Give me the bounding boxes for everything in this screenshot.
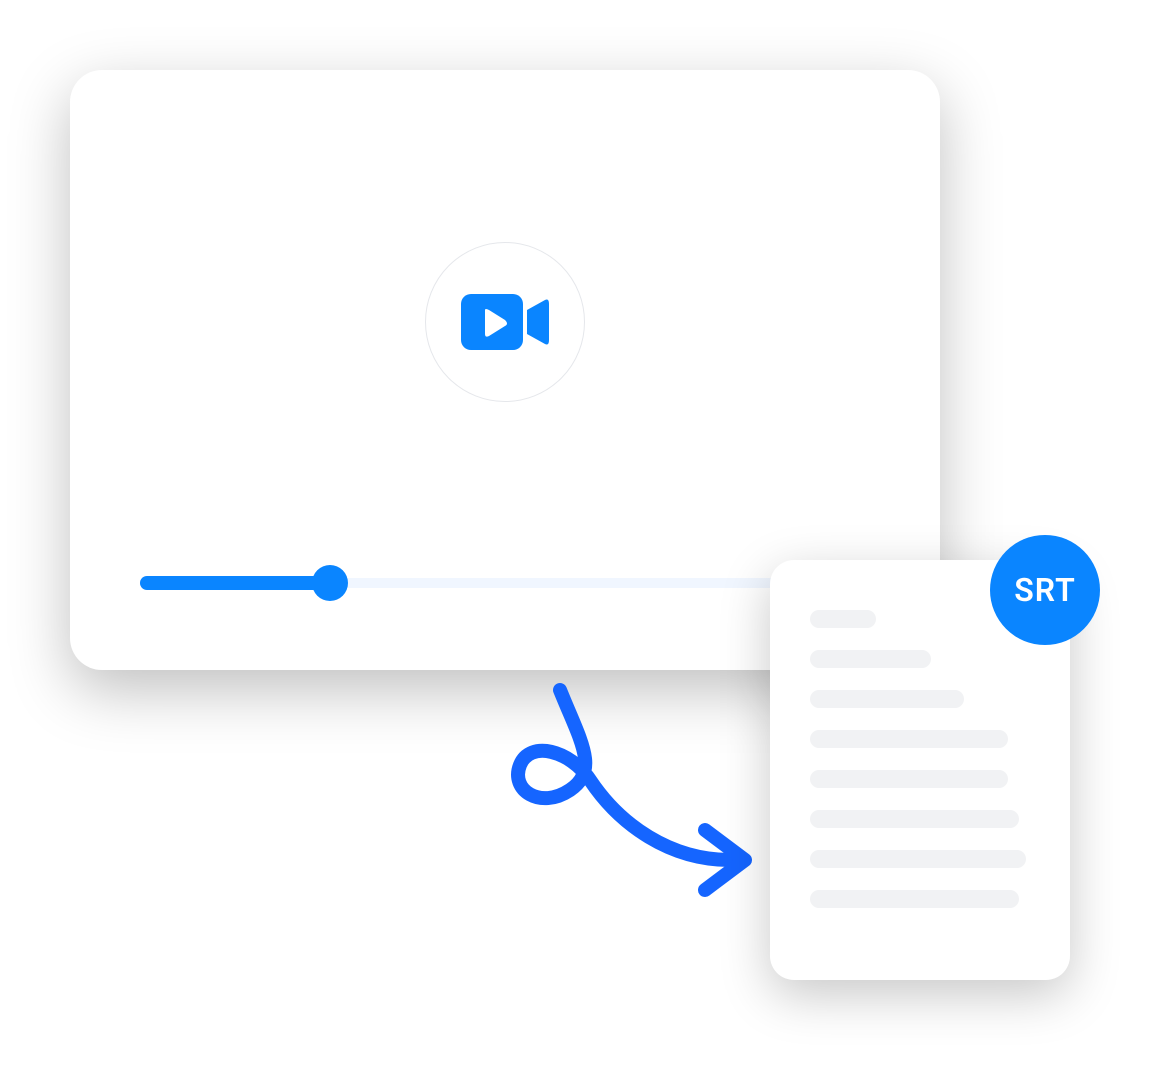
srt-format-badge: SRT	[990, 535, 1100, 645]
video-camera-icon	[461, 290, 549, 354]
subtitle-document-card: SRT	[770, 560, 1070, 980]
play-button[interactable]	[425, 242, 585, 402]
video-progress-slider[interactable]	[140, 576, 870, 590]
srt-badge-label: SRT	[1014, 571, 1076, 609]
doc-text-line	[810, 810, 1019, 828]
progress-fill	[140, 576, 330, 590]
doc-text-line	[810, 850, 1026, 868]
doc-text-line	[810, 770, 1008, 788]
doc-text-line	[810, 650, 931, 668]
doc-text-line	[810, 690, 964, 708]
progress-thumb[interactable]	[312, 565, 348, 601]
doc-text-line	[810, 890, 1019, 908]
doc-text-line	[810, 730, 1008, 748]
arrow-icon	[470, 680, 770, 930]
doc-text-line	[810, 610, 876, 628]
